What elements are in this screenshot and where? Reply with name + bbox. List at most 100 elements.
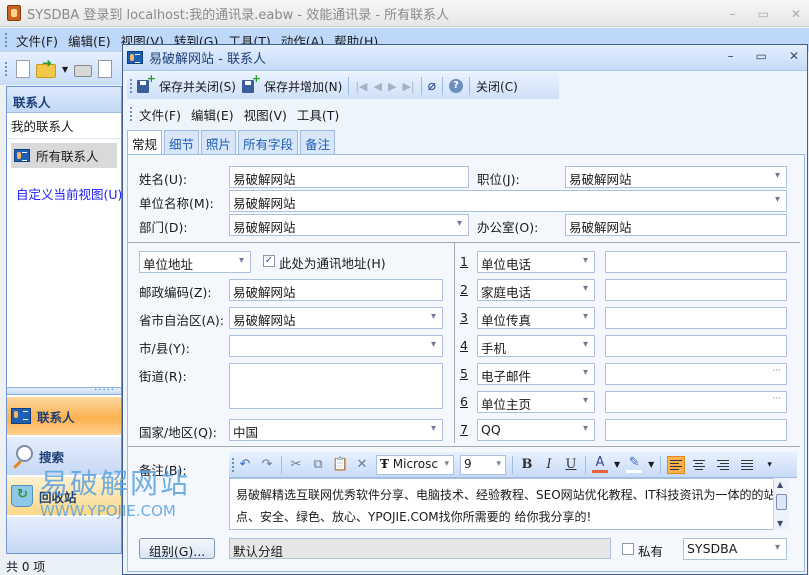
job-title-combo[interactable]: 易破解网站	[565, 166, 787, 188]
nav-button-recycle-bin[interactable]: 回收站	[7, 477, 121, 515]
phone-7-type-combo[interactable]: QQ	[477, 419, 595, 441]
customize-view-link[interactable]: 自定义当前视图(U)...	[16, 184, 134, 203]
paste-icon[interactable]: 📋	[332, 457, 348, 472]
name-input[interactable]: 易破解网站	[229, 166, 469, 188]
undo-button[interactable]: ↶	[237, 457, 253, 472]
cut-icon[interactable]: ✂	[288, 457, 304, 472]
notes-scrollbar[interactable]: ▲ ▼	[773, 478, 789, 530]
street-textarea[interactable]	[229, 363, 443, 409]
zip-input[interactable]: 易破解网站	[229, 279, 443, 301]
phone-2-input[interactable]	[605, 279, 787, 301]
contact-menu-file[interactable]: 文件(F)	[139, 105, 181, 124]
prev-record-button[interactable]: ◀	[374, 80, 382, 93]
phone-2-type-combo[interactable]: 家庭电话	[477, 279, 595, 301]
tab-photo[interactable]: 照片	[201, 130, 237, 154]
address-type-combo[interactable]: 单位地址	[139, 251, 251, 273]
scroll-up-icon[interactable]: ▲	[777, 480, 783, 489]
align-right-button[interactable]	[715, 456, 733, 474]
font-size-combo[interactable]: 9 ▾	[460, 454, 506, 475]
group-button[interactable]: 组别(G)...	[139, 538, 215, 559]
homepage-input[interactable]	[605, 391, 787, 413]
nav-button-search[interactable]: 搜索	[7, 437, 121, 475]
toolbar-grip[interactable]	[130, 79, 132, 93]
phone-3-input[interactable]	[605, 307, 787, 329]
bold-button[interactable]: B	[519, 457, 535, 472]
phone-1-type-combo[interactable]: 单位电话	[477, 251, 595, 273]
print-preview-icon[interactable]	[98, 60, 113, 78]
highlight-button[interactable]: ✎	[626, 456, 643, 473]
tab-notes[interactable]: 备注	[300, 130, 336, 154]
menu-file[interactable]: 文件(F)	[16, 31, 58, 50]
delete-icon[interactable]: ✕	[354, 457, 370, 472]
department-combo[interactable]: 易破解网站	[229, 214, 469, 236]
close-contact-button[interactable]: 关闭(C)	[476, 78, 518, 95]
contact-close-button[interactable]: ✕	[789, 49, 799, 63]
scroll-thumb[interactable]	[776, 494, 787, 510]
contact-menu-edit[interactable]: 编辑(E)	[191, 105, 234, 124]
separator	[281, 455, 282, 474]
save-new-button[interactable]: 保存并增加(N)	[264, 78, 342, 95]
tab-all-fields[interactable]: 所有字段	[238, 130, 299, 154]
phone-4-type-combo[interactable]: 手机	[477, 335, 595, 357]
tab-details[interactable]: 细节	[164, 130, 200, 154]
app-title: SYSDBA 登录到 localhost:我的通讯录.eabw - 效能通讯录 …	[27, 7, 450, 23]
scroll-down-icon[interactable]: ▼	[777, 519, 783, 528]
phone-7-input[interactable]	[605, 419, 787, 441]
highlight-dropdown[interactable]: ▼	[648, 460, 654, 469]
save-close-button[interactable]: 保存并关闭(S)	[159, 78, 236, 95]
owner-combo[interactable]: SYSDBA	[683, 538, 787, 560]
next-record-button[interactable]: ▶	[388, 80, 396, 93]
notes-editor[interactable]: 易破解精选互联网优秀软件分享、电脑技术、经验教程、SEO网站优化教程、IT科技资…	[229, 478, 789, 530]
contact-menu-view[interactable]: 视图(V)	[244, 105, 287, 124]
contact-maximize-button[interactable]: ▭	[756, 49, 767, 63]
phone-1-input[interactable]	[605, 251, 787, 273]
office-input[interactable]: 易破解网站	[565, 214, 787, 236]
align-left-button[interactable]	[667, 455, 686, 474]
menubar-grip[interactable]	[5, 33, 7, 47]
mailing-address-checkbox[interactable]: ✓	[263, 255, 275, 267]
underline-button[interactable]: U	[563, 457, 579, 472]
maximize-button[interactable]: ▭	[758, 7, 769, 21]
province-combo[interactable]: 易破解网站	[229, 307, 443, 329]
folder-all-contacts[interactable]: 所有联系人	[11, 143, 117, 168]
font-color-button[interactable]: A	[592, 456, 608, 473]
toolbar-grip[interactable]	[5, 62, 7, 76]
nav-button-contacts[interactable]: 联系人	[7, 397, 121, 435]
city-combo[interactable]	[229, 335, 443, 357]
open-dropdown-caret[interactable]: ▼	[62, 65, 68, 74]
phone-6-type-combo[interactable]: 单位主页	[477, 391, 595, 413]
open-folder-icon[interactable]	[36, 56, 56, 78]
justify-button[interactable]	[739, 456, 757, 474]
menubar-grip[interactable]	[130, 107, 132, 121]
help-icon[interactable]: ?	[449, 79, 464, 93]
new-document-icon[interactable]	[16, 60, 30, 78]
tab-general[interactable]: 常规	[127, 130, 163, 155]
contact-menu-tools[interactable]: 工具(T)	[297, 105, 339, 124]
menu-edit[interactable]: 编辑(E)	[68, 31, 111, 50]
email-input[interactable]	[605, 363, 787, 385]
first-record-button[interactable]: |◀	[355, 80, 367, 93]
close-button[interactable]: ✕	[791, 7, 801, 21]
attachment-icon[interactable]: ⌀	[428, 78, 436, 94]
toolbar-overflow-icon[interactable]: ▾	[767, 460, 772, 470]
company-combo[interactable]: 易破解网站	[229, 190, 787, 212]
copy-icon[interactable]: ⧉	[310, 457, 326, 472]
minimize-button[interactable]: –	[730, 7, 736, 21]
redo-button[interactable]: ↷	[259, 457, 275, 472]
italic-button[interactable]: I	[541, 457, 557, 472]
contact-minimize-button[interactable]: –	[728, 49, 734, 63]
phone-4-input[interactable]	[605, 335, 787, 357]
toolbar-grip[interactable]	[232, 457, 234, 472]
zip-label: 邮政编码(Z):	[139, 285, 212, 300]
font-name-combo[interactable]: Ŧ Microsc ▾	[376, 454, 454, 475]
nav-splitter[interactable]	[7, 382, 121, 395]
font-color-dropdown[interactable]: ▼	[614, 460, 620, 469]
private-checkbox[interactable]	[622, 543, 634, 555]
phone-3-type-combo[interactable]: 单位传真	[477, 307, 595, 329]
nav-button-overflow[interactable]	[7, 517, 121, 553]
country-combo[interactable]: 中国	[229, 419, 443, 441]
align-center-button[interactable]	[691, 456, 709, 474]
print-icon[interactable]	[74, 65, 93, 77]
phone-5-type-combo[interactable]: 电子邮件	[477, 363, 595, 385]
last-record-button[interactable]: ▶|	[402, 80, 414, 93]
